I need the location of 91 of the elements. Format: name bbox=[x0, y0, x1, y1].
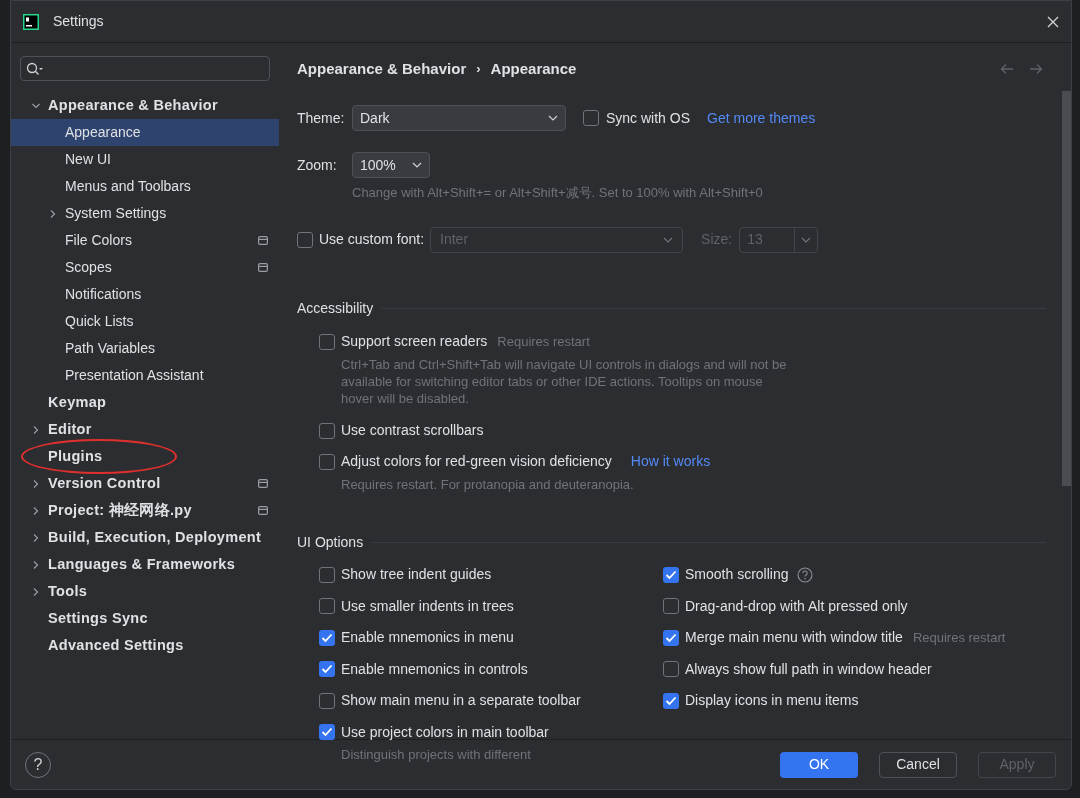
checkbox[interactable] bbox=[663, 692, 679, 709]
chevron-icon[interactable] bbox=[31, 559, 41, 570]
chevron-icon[interactable] bbox=[31, 424, 41, 435]
tree-item[interactable]: Tools bbox=[11, 578, 279, 605]
checkbox[interactable] bbox=[319, 598, 335, 614]
chevron-icon[interactable] bbox=[31, 505, 41, 516]
chevron-icon[interactable] bbox=[48, 208, 58, 219]
tree-item[interactable]: Appearance & Behavior bbox=[11, 92, 279, 119]
tree-item[interactable]: Settings Sync bbox=[11, 605, 279, 632]
tree-item[interactable]: System Settings bbox=[11, 200, 279, 227]
caret-icon bbox=[412, 162, 422, 168]
chevron-icon[interactable] bbox=[31, 532, 41, 543]
dialog-button[interactable]: Cancel bbox=[879, 751, 957, 778]
scrollbar-thumb[interactable] bbox=[1062, 91, 1071, 486]
tree-item[interactable]: Appearance bbox=[11, 119, 279, 146]
how-it-works-link[interactable]: How it works bbox=[630, 451, 711, 472]
tree-item[interactable]: Build, Execution, Deployment bbox=[11, 524, 279, 551]
close-icon[interactable] bbox=[1047, 15, 1059, 28]
tree-item[interactable]: New UI bbox=[11, 146, 279, 173]
checkbox-label: Support screen readers bbox=[341, 332, 488, 351]
chevron-icon[interactable] bbox=[31, 478, 41, 489]
breadcrumb-item: Appearance bbox=[490, 58, 577, 79]
description-text: Requires restart. For protanopia and deuteranopia. bbox=[341, 475, 635, 493]
checkbox-label: Drag-and-drop with Alt pressed only bbox=[685, 596, 908, 616]
caret-icon bbox=[801, 236, 812, 243]
theme-label: Theme: bbox=[297, 108, 346, 128]
description-text: Ctrl+Tab and Ctrl+Shift+Tab will navigate UI controls in dialogs and will not be available for switching editor tabs or other IDE actions. Tooltips on mouse hover will be disabled. bbox=[341, 355, 788, 407]
checkbox[interactable] bbox=[319, 724, 335, 740]
app-logo-icon bbox=[23, 13, 39, 30]
tree-item[interactable]: Path Variables bbox=[11, 335, 279, 362]
chevron-icon[interactable] bbox=[31, 586, 41, 597]
tree-item[interactable]: Advanced Settings bbox=[11, 632, 279, 659]
help-icon[interactable] bbox=[796, 566, 813, 583]
checkbox-label: Enable mnemonics in menu bbox=[341, 628, 514, 647]
size-label: Size: bbox=[701, 230, 733, 249]
search-field[interactable] bbox=[20, 56, 270, 81]
description-text: Distinguish projects with different bbox=[341, 746, 532, 763]
checkbox[interactable] bbox=[583, 110, 599, 126]
tree-item[interactable]: Keymap bbox=[11, 389, 279, 416]
zoom-dropdown[interactable]: 100% bbox=[352, 152, 430, 178]
checkbox[interactable] bbox=[319, 566, 335, 583]
caret-icon bbox=[663, 236, 674, 243]
get-more-themes-link[interactable]: Get more themes bbox=[707, 107, 816, 129]
tree-item[interactable]: Scopes bbox=[11, 254, 279, 281]
tree-item[interactable]: Menus and Toolbars bbox=[11, 173, 279, 200]
note-text: Requires restart bbox=[912, 628, 1006, 647]
breadcrumb-separator: › bbox=[476, 60, 481, 79]
caret-icon bbox=[548, 115, 558, 121]
theme-dropdown[interactable]: Dark bbox=[352, 105, 566, 131]
dialog-button[interactable]: OK bbox=[780, 751, 858, 778]
checkbox[interactable] bbox=[319, 422, 335, 439]
section-title: Accessibility bbox=[297, 298, 374, 318]
checkbox-label: Merge main menu with window title bbox=[685, 628, 903, 647]
checkbox[interactable] bbox=[319, 661, 335, 677]
zoom-hint: Change with Alt+Shift+= or Alt+Shift+减号. Set to 100% with Alt+Shift+0 bbox=[352, 184, 764, 202]
checkbox[interactable] bbox=[319, 333, 335, 350]
checkbox[interactable] bbox=[319, 453, 335, 470]
tree-item[interactable]: Version Control bbox=[11, 470, 279, 497]
checkbox-label: Use custom font: bbox=[319, 230, 425, 249]
checkbox[interactable] bbox=[663, 566, 679, 583]
tree-item[interactable]: Quick Lists bbox=[11, 308, 279, 335]
checkbox-label: Display icons in menu items bbox=[685, 691, 859, 710]
search-icon bbox=[26, 61, 44, 76]
checkbox-label: Always show full path in window header bbox=[685, 659, 932, 679]
breadcrumb-item[interactable]: Appearance & Behavior bbox=[297, 57, 467, 81]
checkbox-label: Use contrast scrollbars bbox=[341, 421, 484, 440]
note-text: Requires restart bbox=[497, 332, 590, 351]
tree-item[interactable]: Plugins bbox=[11, 443, 279, 470]
checkbox-label: Use project colors in main toolbar bbox=[341, 722, 549, 742]
tree-item[interactable]: File Colors bbox=[11, 227, 279, 254]
checkbox-label: Enable mnemonics in controls bbox=[341, 659, 528, 679]
checkbox[interactable] bbox=[663, 629, 679, 646]
tree-item[interactable]: Notifications bbox=[11, 281, 279, 308]
checkbox[interactable] bbox=[319, 629, 335, 646]
zoom-label: Zoom: bbox=[297, 155, 338, 175]
checkbox[interactable] bbox=[297, 231, 313, 248]
checkbox[interactable] bbox=[663, 661, 679, 677]
checkbox[interactable] bbox=[663, 598, 679, 614]
checkbox-label: Adjust colors for red-green vision deficiency bbox=[341, 452, 612, 471]
tree-item[interactable]: Languages & Frameworks bbox=[11, 551, 279, 578]
checkbox-label: Use smaller indents in trees bbox=[341, 596, 514, 616]
checkbox-label: Show main menu in a separate toolbar bbox=[341, 691, 581, 710]
checkbox-label: Sync with OS bbox=[606, 108, 691, 128]
checkbox-label: Smooth scrolling bbox=[685, 565, 789, 584]
tree-item[interactable]: Project: 神经网络.py bbox=[11, 497, 279, 524]
window-title: Settings bbox=[53, 12, 104, 31]
section-title: UI Options bbox=[297, 532, 364, 552]
tree-item[interactable]: Presentation Assistant bbox=[11, 362, 279, 389]
checkbox-label: Show tree indent guides bbox=[341, 565, 492, 584]
tree-item[interactable]: Editor bbox=[11, 416, 279, 443]
checkbox[interactable] bbox=[319, 692, 335, 709]
